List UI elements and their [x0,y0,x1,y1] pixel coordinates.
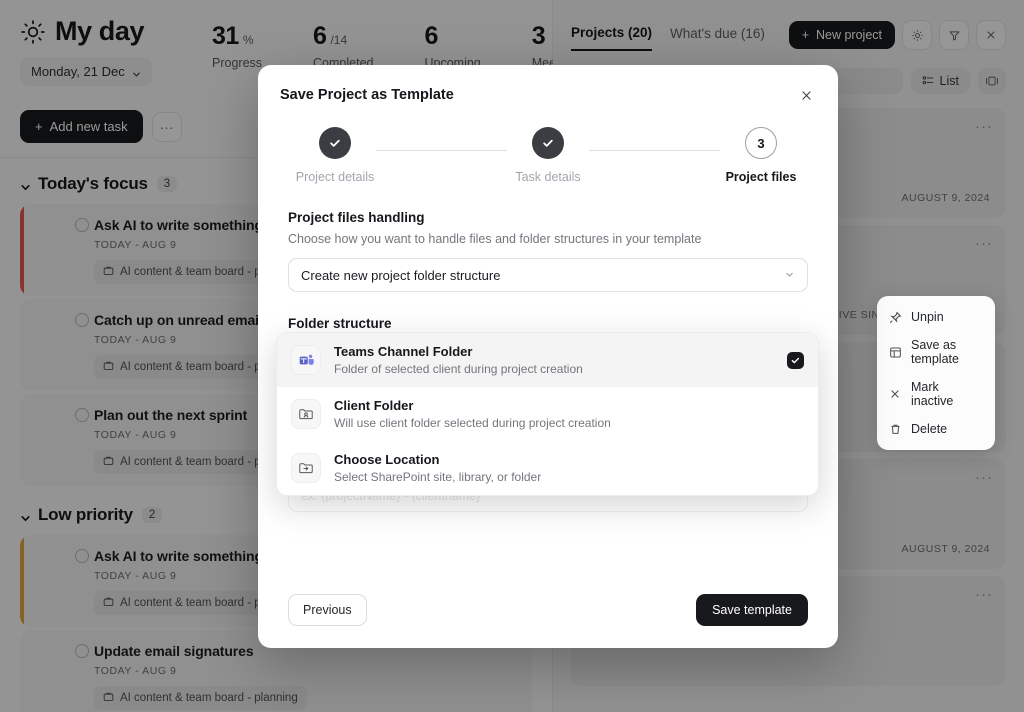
dropdown-option-teams-channel-folder[interactable]: Teams Channel Folder Folder of selected … [277,333,818,387]
dropdown-option-title: Choose Location [334,452,440,467]
step-project-files[interactable]: 3 Project files [720,127,802,184]
dropdown-option-title: Client Folder [334,398,414,413]
context-menu-item-unpin[interactable]: Unpin [877,303,995,331]
folder-structure-dropdown: Teams Channel Folder Folder of selected … [276,332,819,496]
checkbox-checked-icon[interactable] [787,351,804,369]
step-label: Project details [295,170,375,184]
modal-footer: Previous Save template [258,594,838,648]
wizard-stepper: Project details Task details 3 Project f… [258,105,838,184]
files-handling-select[interactable]: Create new project folder structure [288,258,808,292]
pin-icon [889,311,902,324]
dropdown-option-text: Teams Channel Folder Folder of selected … [334,344,774,376]
step-label: Project files [725,170,797,184]
dropdown-option-subtitle: Folder of selected client during project… [334,362,583,376]
dropdown-option-client-folder[interactable]: Client Folder Will use client folder sel… [277,387,818,441]
context-menu-label: Delete [911,422,948,436]
modal-title: Save Project as Template [280,87,454,103]
previous-button[interactable]: Previous [288,594,367,626]
context-menu-label: Mark inactive [911,380,954,408]
save-project-as-template-modal: Save Project as Template Project details… [258,65,838,648]
dropdown-option-text: Client Folder Will use client folder sel… [334,398,804,430]
dropdown-option-title: Teams Channel Folder [334,344,473,359]
folder-person-icon [291,399,321,429]
teams-icon [291,345,321,375]
files-handling-label: Project files handling [288,210,425,225]
context-menu-item-save-as-template[interactable]: Save as template [877,331,995,373]
step-connector [376,150,507,151]
chevron-down-icon [784,268,795,283]
context-menu-item-mark-inactive[interactable]: Mark inactive [877,373,995,415]
dropdown-option-subtitle: Select SharePoint site, library, or fold… [334,470,542,484]
folder-arrow-icon [291,453,321,483]
files-handling-hint: Choose how you want to handle files and … [288,232,702,246]
dropdown-option-choose-location[interactable]: Choose Location Select SharePoint site, … [277,441,818,495]
step-project-details[interactable]: Project details [294,127,376,184]
step-task-details[interactable]: Task details [507,127,589,184]
step-marker [319,127,351,159]
template-icon [889,346,902,359]
step-marker: 3 [745,127,777,159]
files-handling-value: Create new project folder structure [301,267,501,283]
trash-icon [889,423,902,436]
dropdown-option-subtitle: Will use client folder selected during p… [334,416,611,430]
step-marker [532,127,564,159]
step-connector [589,150,720,151]
context-menu-item-delete[interactable]: Delete [877,415,995,443]
modal-body: Project files handling Choose how you wa… [258,184,838,594]
step-label: Task details [515,170,581,184]
save-template-button[interactable]: Save template [696,594,808,626]
close-icon [889,388,902,401]
project-context-menu: Unpin Save as template Mark inactive Del… [877,296,995,450]
context-menu-label: Save as template [911,338,959,366]
folder-structure-label: Folder structure [288,316,392,331]
dropdown-option-text: Choose Location Select SharePoint site, … [334,452,804,484]
modal-header: Save Project as Template [258,65,838,105]
context-menu-label: Unpin [911,310,944,324]
close-icon[interactable] [796,85,816,105]
